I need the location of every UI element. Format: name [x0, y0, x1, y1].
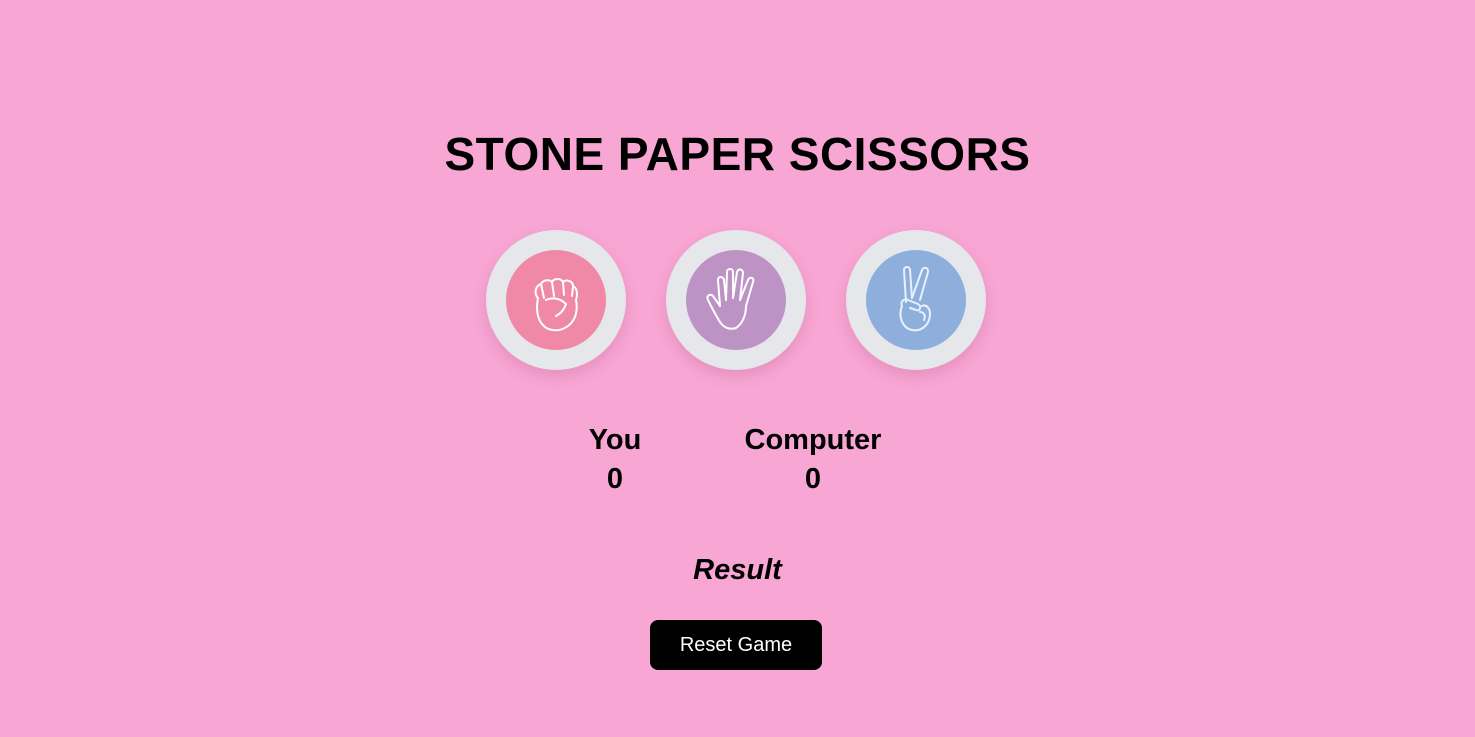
fist-icon: [534, 278, 578, 332]
user-score-label: You: [588, 424, 642, 456]
choice-row: [486, 230, 986, 370]
scissors-choice-button[interactable]: [846, 230, 986, 370]
open-hand-icon: [706, 268, 755, 330]
stone-choice-inner: [506, 250, 606, 350]
computer-score-value: 0: [804, 463, 822, 495]
scissors-choice-inner: [866, 250, 966, 350]
paper-choice-button[interactable]: [666, 230, 806, 370]
stone-choice-button[interactable]: [486, 230, 626, 370]
computer-score-label: Computer: [744, 424, 882, 456]
user-score-value: 0: [606, 463, 624, 495]
peace-sign-icon: [899, 266, 931, 332]
user-score-block: You 0: [565, 421, 665, 499]
reset-game-button[interactable]: Reset Game: [650, 620, 822, 670]
paper-choice-inner: [686, 250, 786, 350]
computer-score-block: Computer 0: [732, 421, 894, 499]
page-title: STONE PAPER SCISSORS: [444, 128, 1031, 180]
result-message: Result: [693, 554, 782, 586]
